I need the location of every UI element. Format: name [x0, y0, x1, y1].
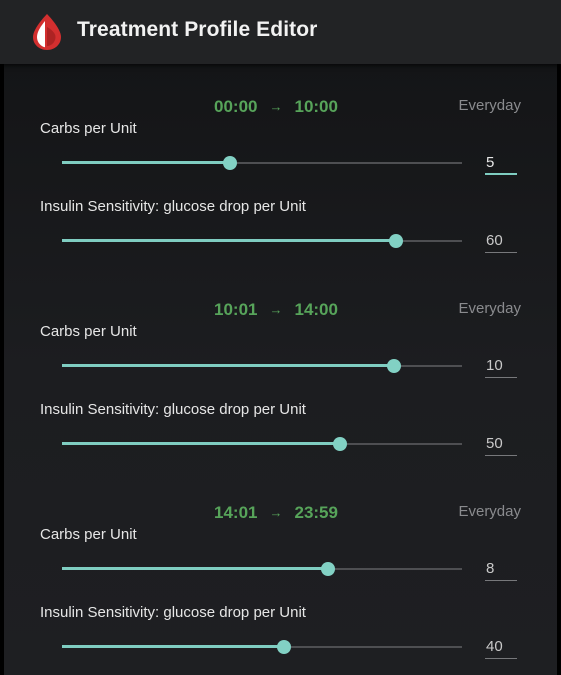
carbs-label: Carbs per Unit — [40, 120, 137, 137]
slider-thumb[interactable] — [223, 156, 237, 170]
profile-block: 10:01 → 14:00 Everyday Carbs per Unit 10 I… — [4, 267, 557, 470]
blood-drop-icon — [33, 14, 61, 50]
sensitivity-label: Insulin Sensitivity: glucose drop per Un… — [40, 401, 306, 418]
sensitivity-value-field[interactable]: 40 — [485, 637, 517, 659]
sensitivity-slider[interactable] — [62, 640, 462, 654]
days-selector[interactable]: Everyday — [458, 97, 521, 114]
slider-fill — [62, 239, 396, 242]
app-bar: Treatment Profile Editor — [0, 0, 561, 64]
profile-block: 14:01 → 23:59 Everyday Carbs per Unit 8 In… — [4, 470, 557, 673]
start-time[interactable]: 00:00 — [214, 97, 257, 116]
profile-block: 00:00 → 10:00 Everyday Carbs per Unit 5 In… — [4, 64, 557, 267]
time-range[interactable]: 14:01 → 23:59 — [214, 503, 338, 523]
carbs-label: Carbs per Unit — [40, 323, 137, 340]
profile-list[interactable]: 00:00 → 10:00 Everyday Carbs per Unit 5 In… — [4, 64, 557, 675]
days-selector[interactable]: Everyday — [458, 503, 521, 520]
time-range[interactable]: 10:01 → 14:00 — [214, 300, 338, 320]
slider-thumb[interactable] — [389, 234, 403, 248]
carbs-value-field[interactable]: 5 — [485, 153, 517, 175]
arrow-right-icon: → — [269, 99, 283, 114]
sensitivity-slider[interactable] — [62, 234, 462, 248]
sensitivity-slider[interactable] — [62, 437, 462, 451]
sensitivity-value-field[interactable]: 50 — [485, 434, 517, 456]
app-title: Treatment Profile Editor — [77, 18, 318, 41]
slider-fill — [62, 364, 394, 367]
carbs-slider[interactable] — [62, 156, 462, 170]
slider-thumb[interactable] — [277, 640, 291, 654]
app-window: Treatment Profile Editor 00:00 → 10:00 Eve… — [0, 0, 561, 675]
carbs-value-field[interactable]: 10 — [485, 356, 517, 378]
end-time[interactable]: 14:00 — [294, 300, 337, 319]
days-selector[interactable]: Everyday — [458, 300, 521, 317]
carbs-label: Carbs per Unit — [40, 526, 137, 543]
sensitivity-label: Insulin Sensitivity: glucose drop per Un… — [40, 198, 306, 215]
carbs-value-field[interactable]: 8 — [485, 559, 517, 581]
end-time[interactable]: 23:59 — [294, 503, 337, 522]
start-time[interactable]: 14:01 — [214, 503, 257, 522]
time-range[interactable]: 00:00 → 10:00 — [214, 97, 338, 117]
sensitivity-label: Insulin Sensitivity: glucose drop per Un… — [40, 604, 306, 621]
slider-fill — [62, 161, 230, 164]
end-time[interactable]: 10:00 — [294, 97, 337, 116]
start-time[interactable]: 10:01 — [214, 300, 257, 319]
sensitivity-value-field[interactable]: 60 — [485, 231, 517, 253]
slider-thumb[interactable] — [387, 359, 401, 373]
slider-fill — [62, 645, 284, 648]
arrow-right-icon: → — [269, 302, 283, 317]
carbs-slider[interactable] — [62, 359, 462, 373]
slider-thumb[interactable] — [321, 562, 335, 576]
arrow-right-icon: → — [269, 505, 283, 520]
carbs-slider[interactable] — [62, 562, 462, 576]
slider-thumb[interactable] — [333, 437, 347, 451]
slider-fill — [62, 442, 340, 445]
slider-fill — [62, 567, 328, 570]
